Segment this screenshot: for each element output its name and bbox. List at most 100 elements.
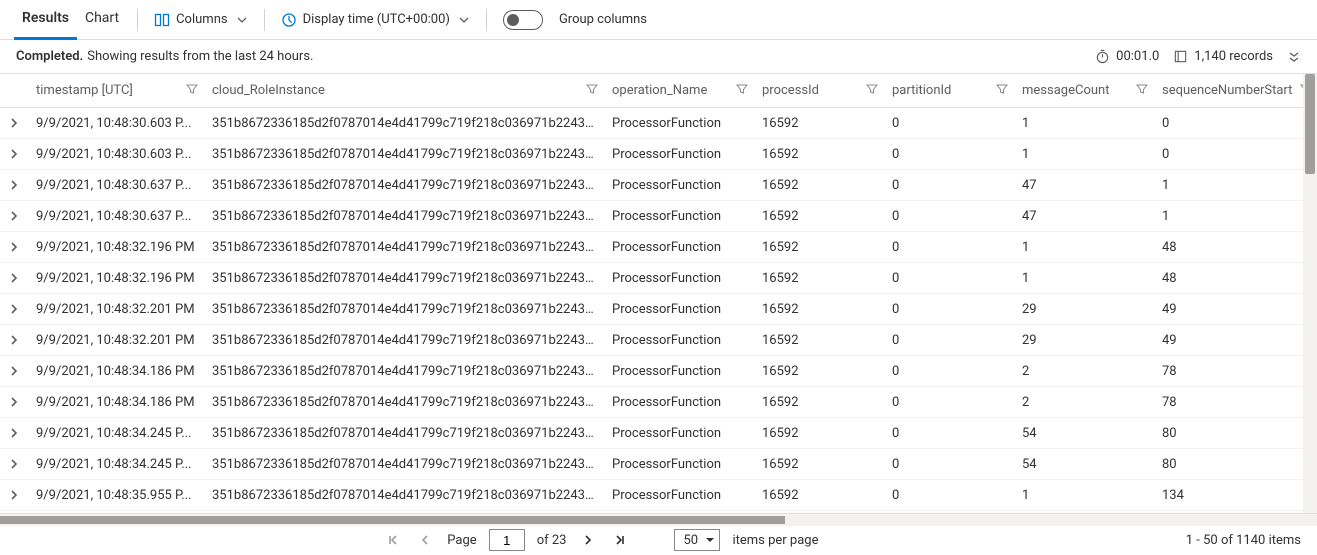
tab-chart[interactable]: Chart [77,0,127,40]
cell-message-count: 1 [1014,480,1154,511]
cell-sequence-start: 1 [1154,170,1317,201]
elapsed-time: 00:01.0 [1095,49,1159,64]
filter-icon[interactable] [736,83,748,99]
record-count: 1,140 records [1173,49,1273,64]
cell-timestamp: 9/9/2021, 10:48:34.245 P... [28,418,204,449]
filter-icon[interactable] [1136,83,1148,99]
column-header[interactable]: timestamp [UTC] [28,74,204,108]
columns-button[interactable]: Columns [148,4,254,36]
row-expander[interactable] [0,263,28,294]
tab-results[interactable]: Results [14,0,77,40]
cell-operation-name: ProcessorFunction [604,449,754,480]
cell-timestamp: 9/9/2021, 10:48:35.955 P... [28,480,204,511]
dropdown-icon [705,535,715,545]
row-expander[interactable] [0,387,28,418]
page-prev-button[interactable] [415,530,435,550]
cell-sequence-start: 78 [1154,387,1317,418]
horizontal-scrollbar[interactable] [0,514,1317,526]
row-expander[interactable] [0,201,28,232]
cell-process-id: 16592 [754,232,884,263]
filter-icon[interactable] [586,83,598,99]
cell-timestamp: 9/9/2021, 10:48:30.637 P... [28,170,204,201]
cell-operation-name: ProcessorFunction [604,232,754,263]
cell-timestamp: 9/9/2021, 10:48:34.245 P... [28,449,204,480]
cell-role-instance: 351b8672336185d2f0787014e4d41799c719f218… [204,387,604,418]
cell-message-count: 54 [1014,418,1154,449]
page-last-icon [613,533,627,547]
page-next-icon [582,534,594,546]
column-header[interactable]: partitionId [884,74,1014,108]
row-expander[interactable] [0,108,28,139]
double-chevron-down-icon [1287,50,1301,64]
column-expander [0,74,28,108]
row-expander[interactable] [0,294,28,325]
cell-partition-id: 0 [884,108,1014,139]
cell-partition-id: 0 [884,325,1014,356]
row-expander[interactable] [0,232,28,263]
cell-partition-id: 0 [884,449,1014,480]
page-first-button[interactable] [383,530,403,550]
chevron-down-icon [236,14,248,26]
clock-icon [281,12,297,28]
cell-sequence-start: 48 [1154,263,1317,294]
row-expander[interactable] [0,170,28,201]
cell-process-id: 16592 [754,139,884,170]
items-per-page-label: items per page [732,533,818,548]
expand-button[interactable] [1287,50,1301,64]
row-expander[interactable] [0,480,28,511]
column-header[interactable]: sequenceNumberStart [1154,74,1317,108]
stopwatch-icon [1095,49,1110,64]
page-first-icon [386,533,400,547]
cell-operation-name: ProcessorFunction [604,387,754,418]
row-expander[interactable] [0,418,28,449]
cell-timestamp: 9/9/2021, 10:48:34.186 PM [28,387,204,418]
page-input[interactable] [489,529,525,551]
column-header[interactable]: operation_Name [604,74,754,108]
cell-process-id: 16592 [754,201,884,232]
cell-operation-name: ProcessorFunction [604,139,754,170]
cell-message-count: 47 [1014,170,1154,201]
separator [486,9,487,31]
display-time-button[interactable]: Display time (UTC+00:00) [275,4,476,36]
cell-message-count: 29 [1014,325,1154,356]
row-expander[interactable] [0,356,28,387]
page-next-button[interactable] [578,530,598,550]
group-columns-label: Group columns [559,12,647,27]
row-expander[interactable] [0,325,28,356]
cell-message-count: 2 [1014,356,1154,387]
cell-timestamp: 9/9/2021, 10:48:32.201 PM [28,294,204,325]
column-header[interactable]: cloud_RoleInstance [204,74,604,108]
cell-message-count: 2 [1014,387,1154,418]
row-expander[interactable] [0,139,28,170]
filter-icon[interactable] [996,83,1008,99]
cell-partition-id: 0 [884,480,1014,511]
filter-icon[interactable] [866,83,878,99]
cell-role-instance: 351b8672336185d2f0787014e4d41799c719f218… [204,294,604,325]
display-time-label: Display time (UTC+00:00) [303,12,450,27]
results-toolbar: Results Chart Columns Display time (UTC+… [0,0,1317,40]
column-header[interactable]: messageCount [1014,74,1154,108]
row-expander[interactable] [0,449,28,480]
cell-role-instance: 351b8672336185d2f0787014e4d41799c719f218… [204,356,604,387]
cell-sequence-start: 0 [1154,108,1317,139]
cell-operation-name: ProcessorFunction [604,480,754,511]
toggle-switch[interactable] [503,10,543,30]
page-of: of 23 [537,533,567,548]
cell-partition-id: 0 [884,201,1014,232]
cell-role-instance: 351b8672336185d2f0787014e4d41799c719f218… [204,139,604,170]
cell-partition-id: 0 [884,263,1014,294]
column-header[interactable]: processId [754,74,884,108]
page-last-button[interactable] [610,530,630,550]
cell-message-count: 29 [1014,294,1154,325]
filter-icon[interactable] [186,83,198,99]
columns-label: Columns [176,12,228,27]
cell-role-instance: 351b8672336185d2f0787014e4d41799c719f218… [204,480,604,511]
cell-operation-name: ProcessorFunction [604,263,754,294]
items-per-page-select[interactable]: 50 [674,529,720,551]
cell-partition-id: 0 [884,387,1014,418]
cell-sequence-start: 80 [1154,449,1317,480]
cell-message-count: 1 [1014,232,1154,263]
cell-partition-id: 0 [884,294,1014,325]
group-columns-toggle[interactable]: Group columns [497,4,653,36]
vertical-scrollbar[interactable] [1303,74,1317,513]
